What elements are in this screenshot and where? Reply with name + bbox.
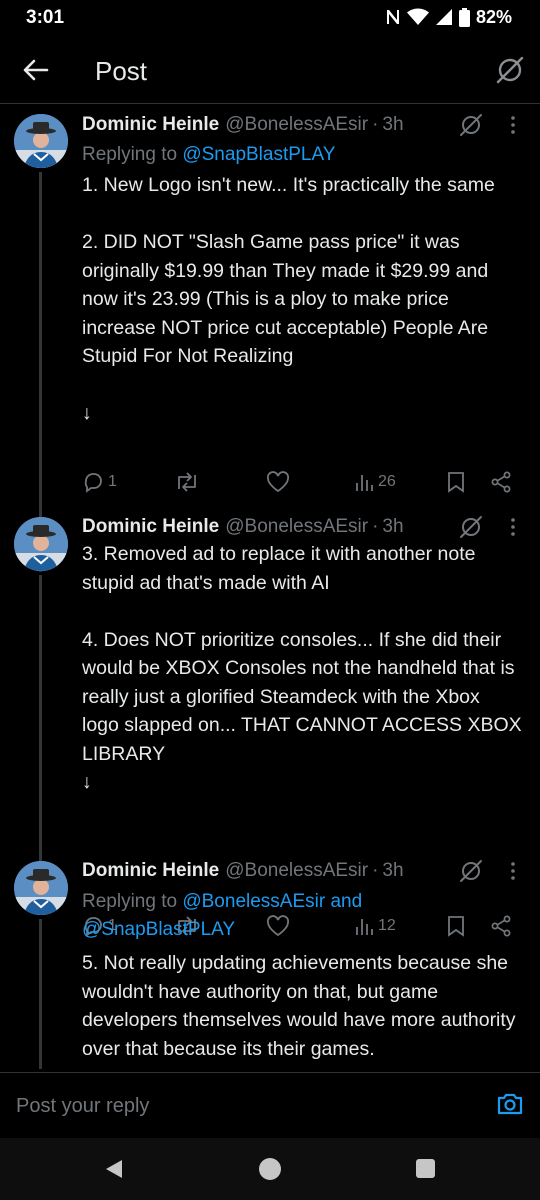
view-count: 26 [378, 473, 396, 490]
system-nav-bar [0, 1138, 540, 1200]
grok-icon [460, 516, 482, 538]
avatar[interactable] [14, 114, 68, 168]
back-button[interactable] [18, 52, 54, 88]
separator-dot: · [372, 860, 379, 881]
replying-to-continued: @SnapBlastPLAY [82, 916, 235, 944]
replying-prefix: Replying to [82, 144, 183, 165]
grok-button[interactable] [458, 514, 484, 540]
mention-link[interactable]: @SnapBlastPLAY [182, 144, 335, 165]
arrow-left-icon [23, 59, 49, 81]
share-button[interactable] [490, 468, 512, 496]
page-title: Post [95, 56, 148, 86]
views-button[interactable]: 12 [354, 912, 396, 940]
tweet-text: 3. Removed ad to replace it with another… [82, 543, 522, 793]
separator-dot: · [372, 516, 379, 537]
status-time: 3:01 [26, 7, 65, 28]
mention-link[interactable]: @BonelessAEsir and [182, 891, 362, 912]
views-icon [356, 475, 373, 491]
bookmark-button[interactable] [446, 912, 466, 940]
views-button[interactable]: 26 [354, 468, 396, 496]
triangle-back-icon [106, 1160, 122, 1178]
post-time[interactable]: 3h [382, 114, 403, 136]
share-icon [491, 471, 511, 493]
more-vertical-icon [511, 518, 515, 536]
share-icon [491, 915, 511, 937]
avatar[interactable] [14, 517, 68, 571]
reply-icon [84, 473, 102, 493]
grok-button[interactable] [458, 858, 484, 884]
author-handle[interactable]: @BonelessAEsir [225, 860, 368, 882]
separator-dot: · [372, 114, 379, 135]
replying-to: Replying to @SnapBlastPLAY [82, 141, 335, 169]
more-vertical-icon [511, 862, 515, 880]
reply-count: 1 [108, 473, 117, 490]
mention-link[interactable]: @SnapBlastPLAY [82, 919, 235, 940]
view-count: 12 [378, 917, 396, 934]
thread-line [39, 172, 42, 572]
views-icon [356, 919, 373, 935]
status-icons: 82% [385, 6, 512, 28]
reply-bar [0, 1072, 540, 1138]
repost-icon [178, 472, 196, 492]
post-time[interactable]: 3h [382, 860, 403, 882]
tweet-actions: 1 26 [82, 468, 522, 496]
heart-icon [266, 471, 290, 493]
more-vertical-icon [511, 116, 515, 134]
grok-button[interactable] [494, 54, 526, 86]
grok-icon [460, 860, 482, 882]
battery-icon [458, 7, 470, 27]
battery-percent: 82% [475, 6, 512, 27]
repost-button[interactable] [174, 468, 200, 496]
more-options-button[interactable] [504, 858, 522, 884]
heart-icon [266, 915, 290, 937]
replying-to: Replying to @BonelessAEsir and [82, 888, 362, 916]
camera-icon [497, 1093, 523, 1115]
tweet-text: 1. New Logo isn't new... It's practicall… [82, 174, 495, 424]
like-button[interactable] [266, 912, 290, 940]
more-options-button[interactable] [504, 112, 522, 138]
nfc-icon [385, 8, 401, 26]
author-name[interactable]: Dominic Heinle [82, 860, 219, 882]
author-handle[interactable]: @BonelessAEsir [225, 114, 368, 136]
replying-prefix: Replying to [82, 891, 183, 912]
thread-line [39, 919, 42, 1069]
bookmark-button[interactable] [446, 468, 466, 496]
post-time[interactable]: 3h [382, 516, 403, 538]
camera-button[interactable] [496, 1091, 524, 1119]
nav-recents-button[interactable] [416, 1159, 435, 1178]
more-options-button[interactable] [504, 514, 522, 540]
like-button[interactable] [266, 468, 290, 496]
status-bar: 3:01 82% [0, 0, 540, 36]
author-name[interactable]: Dominic Heinle [82, 114, 219, 136]
share-button[interactable] [490, 912, 512, 940]
grok-button[interactable] [458, 112, 484, 138]
thread-line [39, 844, 42, 852]
reply-input[interactable] [16, 1089, 456, 1123]
thread-line [39, 500, 42, 508]
bookmark-icon [448, 472, 464, 493]
reply-button[interactable]: 1 [82, 468, 117, 496]
author-name[interactable]: Dominic Heinle [82, 516, 219, 538]
signal-icon [435, 8, 453, 26]
tweet-text: 5. Not really updating achievements beca… [82, 952, 516, 1060]
grok-icon [496, 56, 524, 84]
app-header: Post [0, 36, 540, 104]
wifi-icon [406, 8, 429, 26]
grok-icon [460, 114, 482, 136]
bookmark-icon [448, 916, 464, 937]
author-handle[interactable]: @BonelessAEsir [225, 516, 368, 538]
nav-back-button[interactable] [104, 1158, 124, 1185]
avatar[interactable] [14, 861, 68, 915]
nav-home-button[interactable] [259, 1158, 281, 1180]
